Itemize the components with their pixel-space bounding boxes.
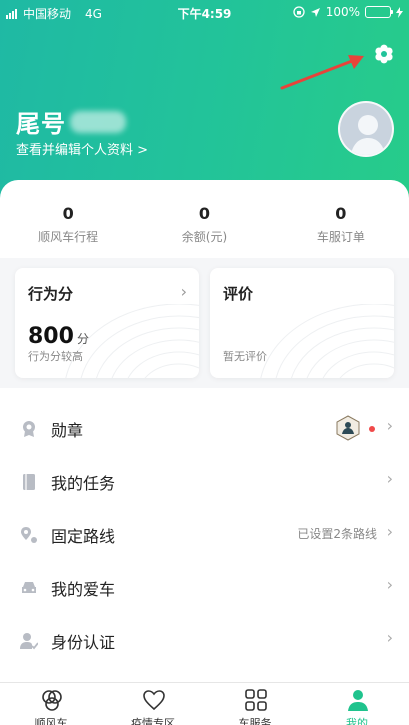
tab-epidemic[interactable]: 疫情专区 [102,683,204,725]
menu-item-identity[interactable]: 身份认证 › [0,614,409,667]
carpool-icon [42,690,62,711]
battery-icon [365,6,393,18]
notification-dot [369,426,375,432]
stat-rides[interactable]: 0 顺风车行程 [0,204,136,245]
score-value: 800 [28,324,74,349]
stat-orders[interactable]: 0 车服订单 [273,204,409,245]
tab-carpool[interactable]: 顺风车 [0,683,102,725]
menu-label: 我的爱车 [51,580,116,599]
chevron-right-icon: › [386,575,393,594]
review-card[interactable]: 评价 暂无评价 [210,268,394,378]
menu-item-fixed-routes[interactable]: 固定路线 已设置2条路线 › [0,508,409,561]
gear-icon[interactable] [374,44,394,64]
score-unit: 分 [76,332,89,346]
decorative-waves [260,304,394,378]
user-name: 尾号 [16,110,66,138]
stat-label: 顺风车行程 [38,230,99,244]
menu-label: 固定路线 [51,527,116,546]
menu-item-my-car[interactable]: 我的爱车 › [0,561,409,614]
charging-icon [396,6,403,18]
card-title: 行为分 [28,285,74,303]
stats-row: 0 顺风车行程 0 余额(元) 0 车服订单 [0,204,409,245]
tab-label: 车服务 [238,717,272,725]
profile-content: 0 顺风车行程 0 余额(元) 0 车服订单 行为分 › 800分 行为分较高 [0,180,409,682]
stat-label: 车服订单 [316,230,365,244]
behavior-score-card[interactable]: 行为分 › 800 分 行为分较高 [15,268,199,378]
menu-label: 勋章 [51,421,84,440]
battery-percent: 100% [325,5,360,19]
menu-item-tasks[interactable]: 我的任务 › [0,455,409,508]
car-icon [22,582,36,593]
user-name-row: 尾号 [16,104,126,139]
location-icon [310,7,320,17]
menu-label: 身份认证 [51,633,116,652]
badge-icon [336,415,360,441]
menu-list: 勋章 › 我的任务 › 固定路线 已设置2条路线 › 我的爱车 › 身份认证 › [0,402,409,667]
card-subtitle: 行为分较高 [28,350,83,363]
tab-label: 疫情专区 [131,717,175,725]
redacted-phone [70,110,126,133]
card-title: 评价 [223,285,254,303]
chevron-right-icon: › [180,282,187,301]
medal-icon [23,421,35,437]
chevron-right-icon: › [386,628,393,647]
chevron-right-icon: › [386,416,393,435]
profile-header: 中国移动 4G 下午4:59 100% 尾号 查看并编辑个人资料 > [0,0,409,200]
chevron-right-icon: › [386,469,393,488]
stat-value: 0 [198,204,211,223]
stat-balance[interactable]: 0 余额(元) [136,204,272,245]
tab-mine[interactable]: 我的 [306,683,408,725]
edit-profile-link[interactable]: 查看并编辑个人资料 > [16,139,148,158]
tab-car-service[interactable]: 车服务 [204,683,306,725]
stat-label: 余额(元) [181,230,228,244]
annotation-arrow [280,55,364,90]
rotation-lock-icon [293,6,305,18]
tab-label: 我的 [346,717,368,725]
menu-label: 我的任务 [51,474,116,493]
identity-icon [20,633,38,650]
book-icon [23,474,35,490]
chevron-right-icon: › [386,522,393,541]
menu-item-medals[interactable]: 勋章 › [0,402,409,455]
tab-label: 顺风车 [34,717,68,725]
card-subtitle: 暂无评价 [223,350,267,363]
route-icon [21,527,37,543]
route-status: 已设置2条路线 [297,527,377,541]
avatar[interactable] [338,101,394,157]
stat-value: 0 [62,204,74,223]
heart-icon [143,690,165,711]
behavior-score: 800 分 [28,324,89,349]
grid-icon [245,689,267,711]
tab-bar: 顺风车 疫情专区 车服务 我的 [0,682,409,725]
default-avatar-icon [350,115,386,155]
status-bar: 中国移动 4G 下午4:59 100% [0,0,409,26]
profile-icon [348,690,368,711]
stat-value: 0 [335,204,347,223]
